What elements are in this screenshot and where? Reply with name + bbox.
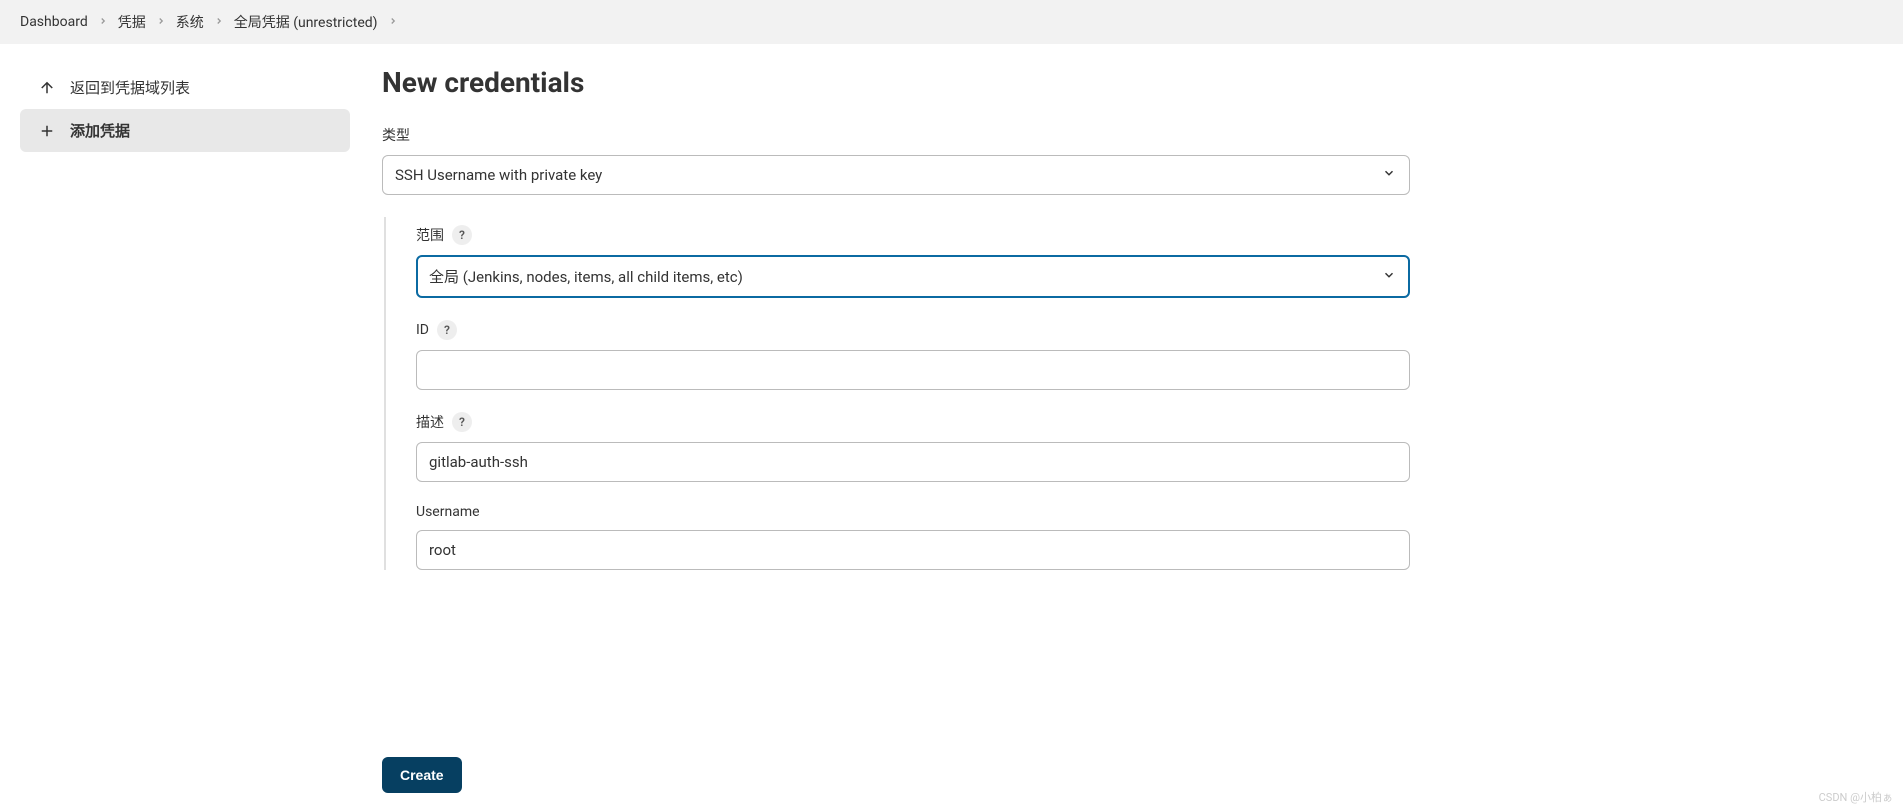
scope-select[interactable]: 全局 (Jenkins, nodes, items, all child ite… — [416, 255, 1410, 298]
form-group-type: 类型 SSH Username with private key — [382, 125, 1410, 195]
help-icon[interactable]: ? — [437, 320, 457, 340]
footer-actions: Create — [382, 745, 462, 811]
main-content: New credentials 类型 SSH Username with pri… — [370, 44, 1450, 811]
breadcrumb-item-system[interactable]: 系统 — [176, 12, 204, 32]
breadcrumb-item-credentials[interactable]: 凭据 — [118, 12, 146, 32]
nested-form-section: 范围 ? 全局 (Jenkins, nodes, items, all chil… — [384, 217, 1410, 570]
watermark: CSDN @小柏ぁ — [1819, 789, 1893, 805]
form-group-description: 描述 ? — [416, 412, 1410, 482]
chevron-right-icon — [156, 15, 166, 29]
form-group-id: ID ? — [416, 320, 1410, 390]
form-group-scope: 范围 ? 全局 (Jenkins, nodes, items, all chil… — [416, 225, 1410, 298]
type-select[interactable]: SSH Username with private key — [382, 155, 1410, 195]
sidebar-item-label: 添加凭据 — [70, 120, 130, 141]
help-icon[interactable]: ? — [452, 412, 472, 432]
breadcrumb: Dashboard 凭据 系统 全局凭据 (unrestricted) — [0, 0, 1903, 44]
form-group-username: Username — [416, 504, 1410, 570]
id-label: ID — [416, 322, 429, 338]
username-label: Username — [416, 504, 480, 520]
sidebar-item-back[interactable]: 返回到凭据域列表 — [20, 66, 350, 109]
plus-icon — [38, 122, 56, 140]
help-icon[interactable]: ? — [452, 225, 472, 245]
chevron-right-icon — [98, 15, 108, 29]
sidebar-item-add-credentials[interactable]: 添加凭据 — [20, 109, 350, 152]
chevron-right-icon — [214, 15, 224, 29]
arrow-up-icon — [38, 79, 56, 97]
type-label: 类型 — [382, 125, 1410, 145]
sidebar: 返回到凭据域列表 添加凭据 — [0, 44, 370, 811]
breadcrumb-item-dashboard[interactable]: Dashboard — [20, 14, 88, 30]
chevron-right-icon — [388, 15, 398, 29]
username-input[interactable] — [416, 530, 1410, 570]
breadcrumb-item-global[interactable]: 全局凭据 (unrestricted) — [234, 12, 378, 32]
id-input[interactable] — [416, 350, 1410, 390]
scope-label: 范围 — [416, 225, 444, 245]
description-input[interactable] — [416, 442, 1410, 482]
create-button[interactable]: Create — [382, 757, 462, 793]
description-label: 描述 — [416, 412, 444, 432]
sidebar-item-label: 返回到凭据域列表 — [70, 77, 190, 98]
page-title: New credentials — [382, 66, 1410, 99]
